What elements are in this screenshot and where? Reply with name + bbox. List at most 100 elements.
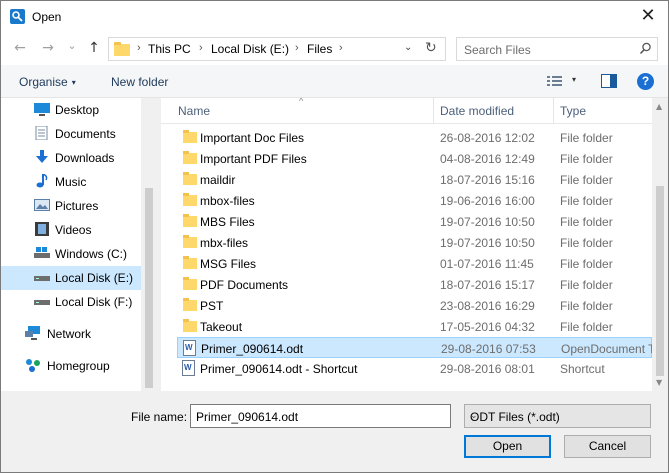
preview-pane-icon[interactable]: [601, 74, 617, 91]
sidebar-item-local-disk-e[interactable]: Local Disk (E:): [1, 266, 141, 290]
file-row[interactable]: maildir 18-07-2016 15:16 File folder: [177, 169, 652, 190]
file-row[interactable]: Important Doc Files 26-08-2016 12:02 Fil…: [177, 127, 652, 148]
videos-icon: [34, 222, 50, 236]
file-type: File folder: [560, 194, 613, 208]
sidebar-item-local-disk-f[interactable]: Local Disk (F:): [1, 290, 141, 314]
sidebar-item-music[interactable]: Music: [1, 170, 141, 194]
address-dropdown-icon[interactable]: ⌄: [404, 42, 412, 53]
search-placeholder: Search Files: [464, 43, 531, 57]
file-type: File folder: [560, 299, 613, 313]
refresh-icon[interactable]: ↻: [425, 40, 437, 56]
file-row[interactable]: MSG Files 01-07-2016 11:45 File folder: [177, 253, 652, 274]
file-date: 19-07-2016 10:50: [440, 236, 535, 250]
file-type: File folder: [560, 215, 613, 229]
file-list-scrollbar[interactable]: ▲ ▼: [652, 98, 668, 391]
file-name: Important Doc Files: [200, 131, 305, 145]
cancel-button[interactable]: Cancel: [564, 435, 651, 458]
file-date: 29-08-2016 07:53: [441, 342, 536, 356]
file-date: 17-05-2016 04:32: [440, 320, 535, 334]
sidebar-item-label: Local Disk (F:): [55, 295, 133, 309]
sidebar-item-label: Downloads: [55, 151, 115, 165]
search-input[interactable]: Search Files: [456, 37, 658, 61]
file-row[interactable]: mbx-files 19-07-2016 10:50 File folder: [177, 232, 652, 253]
file-row[interactable]: mbox-files 19-06-2016 16:00 File folder: [177, 190, 652, 211]
odt-document-icon: [183, 340, 196, 356]
address-bar[interactable]: › This PC › Local Disk (E:) › Files › ⌄ …: [108, 37, 446, 61]
file-row[interactable]: Takeout 17-05-2016 04:32 File folder: [177, 316, 652, 337]
open-dialog: Open ✕ ← → ⌄ ↑ › This PC › Local Disk (E…: [0, 0, 669, 473]
organise-label: Organise: [19, 75, 68, 89]
breadcrumb-files[interactable]: Files: [307, 42, 332, 56]
folder-icon: [183, 214, 197, 227]
folder-icon: [183, 277, 197, 290]
chevron-down-icon[interactable]: ⌄: [196, 410, 444, 421]
file-name: mbx-files: [200, 236, 249, 250]
file-name: PST: [200, 299, 224, 313]
breadcrumb-local-disk[interactable]: Local Disk (E:): [211, 42, 289, 56]
sidebar-item-documents[interactable]: Documents: [1, 122, 141, 146]
column-type[interactable]: Type: [560, 104, 586, 118]
open-button[interactable]: Open: [464, 435, 551, 458]
file-row-selected[interactable]: Primer_090614.odt 29-08-2016 07:53 OpenD…: [177, 337, 652, 358]
column-header: ^ Name Date modified Type: [161, 98, 652, 124]
sidebar-item-homegroup[interactable]: Homegroup: [1, 354, 141, 378]
drive-icon: [34, 270, 50, 284]
window-title: Open: [32, 10, 62, 24]
file-name-field[interactable]: Primer_090614.odt ⌄: [190, 404, 451, 428]
view-options-icon[interactable]: [547, 75, 563, 90]
sidebar-item-label: Pictures: [55, 199, 99, 213]
sidebar-item-desktop[interactable]: Desktop: [1, 98, 141, 122]
sidebar-item-downloads[interactable]: Downloads: [1, 146, 141, 170]
sidebar-item-label: Local Disk (E:): [55, 271, 134, 285]
column-date-modified[interactable]: Date modified: [440, 104, 514, 118]
folder-icon: [183, 319, 197, 332]
column-divider[interactable]: [553, 98, 554, 124]
windows-drive-icon: [34, 246, 50, 260]
file-type: File folder: [560, 131, 613, 145]
file-row[interactable]: PDF Documents 18-07-2016 15:17 File fold…: [177, 274, 652, 295]
command-bar: Organise ▾ New folder ▾ ?: [1, 65, 668, 98]
forward-arrow-icon[interactable]: →: [39, 39, 57, 57]
new-folder-button[interactable]: New folder: [111, 75, 168, 89]
file-type: File folder: [560, 173, 613, 187]
pictures-icon: [34, 198, 50, 212]
up-arrow-icon[interactable]: ↑: [85, 39, 103, 57]
file-row[interactable]: Important PDF Files 04-08-2016 12:49 Fil…: [177, 148, 652, 169]
sidebar-item-network[interactable]: Network: [1, 322, 141, 346]
file-date: 26-08-2016 12:02: [440, 131, 535, 145]
view-dropdown-icon[interactable]: ▾: [572, 75, 576, 84]
file-row[interactable]: Primer_090614.odt - Shortcut 29-08-2016 …: [177, 358, 652, 379]
column-name[interactable]: Name: [178, 104, 210, 118]
file-date: 01-07-2016 11:45: [440, 257, 534, 271]
file-date: 23-08-2016 16:29: [440, 299, 535, 313]
close-icon[interactable]: ✕: [636, 4, 660, 28]
organise-menu[interactable]: Organise ▾: [19, 75, 76, 89]
folder-icon: [183, 172, 197, 185]
title-bar: Open ✕: [1, 1, 668, 32]
sidebar-item-label: Music: [55, 175, 87, 189]
file-date: 04-08-2016 12:49: [440, 152, 535, 166]
sidebar-scrollbar[interactable]: [141, 98, 157, 391]
sidebar-item-pictures[interactable]: Pictures: [1, 194, 141, 218]
file-date: 19-07-2016 10:50: [440, 215, 535, 229]
sidebar-item-videos[interactable]: Videos: [1, 218, 141, 242]
folder-icon: [183, 130, 197, 143]
recent-locations-icon[interactable]: ⌄: [63, 37, 81, 55]
music-icon: [34, 173, 50, 188]
help-icon[interactable]: ?: [637, 73, 654, 90]
file-row[interactable]: MBS Files 19-07-2016 10:50 File folder: [177, 211, 652, 232]
back-arrow-icon[interactable]: ←: [11, 39, 29, 57]
file-list: ^ Name Date modified Type Important Doc …: [161, 98, 652, 391]
file-row[interactable]: PST 23-08-2016 16:29 File folder: [177, 295, 652, 316]
breadcrumb-separator: ›: [295, 42, 299, 54]
sidebar-item-windows-c[interactable]: Windows (C:): [1, 242, 141, 266]
scroll-up-icon[interactable]: ▲: [656, 102, 662, 111]
scroll-down-icon[interactable]: ▼: [656, 378, 662, 387]
sidebar-scroll-thumb[interactable]: [145, 188, 153, 388]
breadcrumb-this-pc[interactable]: This PC: [148, 42, 191, 56]
navigation-bar: ← → ⌄ ↑ › This PC › Local Disk (E:) › Fi…: [1, 32, 668, 65]
sidebar-item-label: Desktop: [55, 103, 100, 117]
file-type-select[interactable]: ODT Files (*.odt) ⌄: [464, 404, 651, 428]
file-list-scroll-thumb[interactable]: [656, 186, 664, 376]
column-divider[interactable]: [433, 98, 434, 124]
